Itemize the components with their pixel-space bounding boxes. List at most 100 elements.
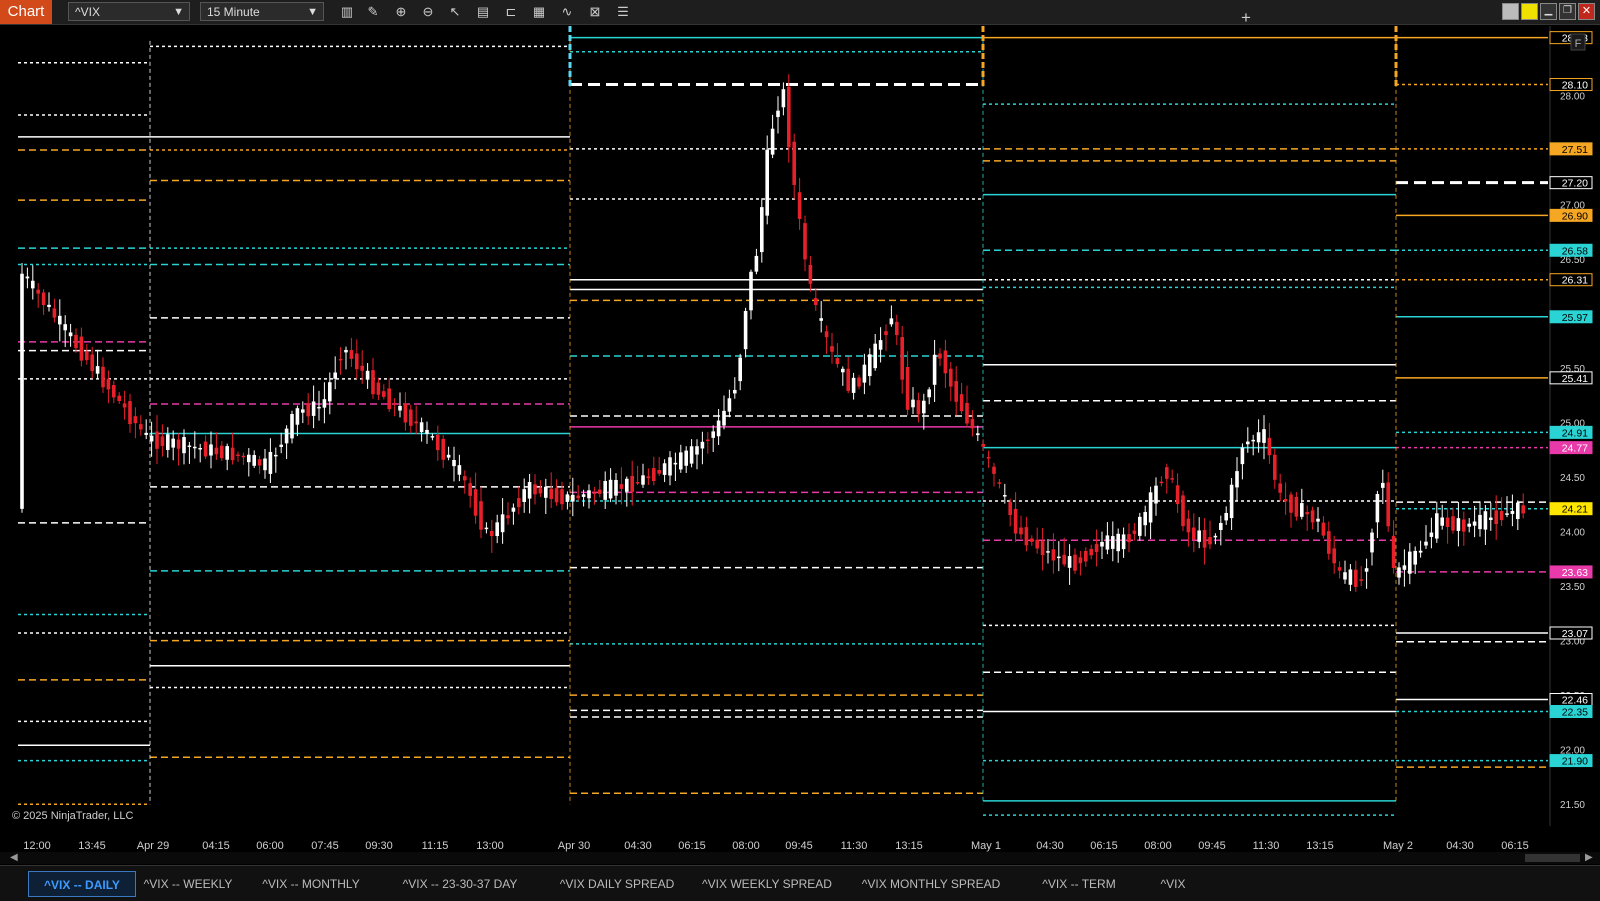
price-badge: 22.46 [1549,693,1593,707]
candle [517,486,521,515]
interval-value: 15 Minute [207,5,260,19]
chart-tab[interactable]: ^VIX -- WEEKLY [138,871,238,897]
chart-tab[interactable]: ^VIX WEEKLY SPREAD [696,871,838,897]
candle [1046,538,1050,564]
candle [220,440,224,461]
chart-tab[interactable]: ^VIX -- MONTHLY [258,871,364,897]
color-swatch-gray[interactable] [1502,3,1519,20]
candle [484,522,489,534]
candle [970,410,975,437]
price-badge: 21.90 [1549,754,1593,768]
color-swatch-yellow[interactable] [1521,3,1538,20]
candle [241,452,246,465]
candle [1267,423,1272,464]
candle [592,486,597,505]
candle [1229,478,1234,531]
minimize-icon[interactable]: ▁ [1540,3,1557,20]
candle [646,468,651,485]
candle [1370,528,1374,566]
candle [679,444,683,473]
scroll-left-icon[interactable]: ◀ [10,852,18,863]
candle [1424,525,1428,550]
zoom-out-icon[interactable]: ⊖ [419,3,437,21]
candle [1364,558,1369,589]
price-badge: 23.07 [1549,626,1593,640]
strategies-icon[interactable]: ⊠ [586,3,604,21]
list-icon[interactable]: ☰ [614,3,632,21]
candle [1165,463,1169,494]
candle [943,339,948,388]
candle [31,265,35,300]
chart-tab[interactable]: ^VIX -- 23-30-37 DAY [392,871,528,897]
candle [1235,457,1239,501]
candle [430,433,435,441]
candle [1300,488,1304,520]
candle [90,346,94,379]
restore-icon[interactable]: ❐ [1559,3,1576,20]
svg-text:24.21: 24.21 [1562,504,1588,516]
candle [284,425,289,459]
chart-tab[interactable]: ^VIX [1148,871,1198,897]
horizontal-scrollbar[interactable]: ◀ ▶ [0,852,1600,864]
time-tick-label: 13:45 [78,840,106,852]
candle [1057,541,1061,572]
bar-type-icon[interactable]: ▥ [338,3,356,21]
candle [230,432,235,465]
candle [1381,469,1385,504]
scrollbar-thumb[interactable] [1525,854,1580,862]
zoom-in-icon[interactable]: ⊕ [392,3,410,21]
price-chart[interactable]: 28.0027.5027.0026.5026.0025.5025.0024.50… [0,26,1600,870]
candle [824,325,829,354]
chart-tab[interactable]: ^VIX -- TERM [1034,871,1124,897]
chart-tab[interactable]: ^VIX DAILY SPREAD [548,871,686,897]
candle [1321,516,1326,539]
candle [949,362,953,402]
pencil-icon[interactable]: ✎ [364,3,382,21]
chart-tab[interactable]: ^VIX MONTHLY SPREAD [858,871,1004,897]
chart-window-label[interactable]: Chart [0,0,52,24]
time-tick-label: 12:00 [23,840,51,852]
candle [922,393,926,430]
candle [1202,518,1207,565]
candle [576,485,580,502]
indicators-icon[interactable]: ∿ [558,3,576,21]
svg-text:25.41: 25.41 [1562,373,1588,385]
candle [139,415,143,436]
instrument-selector[interactable]: ^VIX ▼ [68,2,190,21]
svg-text:22.46: 22.46 [1562,695,1588,707]
candle [1094,529,1099,567]
time-tick-label: 09:45 [785,840,813,852]
pointer-icon[interactable]: ↖ [446,3,464,21]
candle [884,324,888,351]
candle [641,463,645,488]
candle [1397,562,1401,585]
candle [68,323,73,347]
candle [1240,443,1245,480]
candle [630,460,634,506]
candle [1283,482,1288,515]
order-lines-icon[interactable]: ⊏ [502,3,520,21]
add-tab-button[interactable]: + [1236,5,1256,31]
candle [20,262,24,513]
close-icon[interactable]: ✕ [1578,3,1595,20]
properties-icon[interactable]: ▦ [530,3,548,21]
candle [571,477,575,517]
candle [1467,517,1471,533]
scroll-right-icon[interactable]: ▶ [1585,852,1593,863]
candle [1521,493,1525,519]
candle [857,375,861,390]
candle [554,479,559,506]
candle [878,327,883,363]
candle [1132,523,1137,541]
time-tick-label: May 2 [1383,840,1413,852]
time-tick-label: 08:00 [1144,840,1172,852]
data-box-icon[interactable]: ▤ [474,3,492,21]
chart-tab[interactable]: ^VIX -- DAILY [28,871,136,897]
time-tick-label: 04:15 [202,840,230,852]
panel-flag: F [1575,38,1582,50]
candle [1208,520,1212,550]
candle [635,465,640,486]
candle [1062,537,1066,567]
interval-selector[interactable]: 15 Minute ▼ [200,2,324,21]
candle [376,377,381,400]
